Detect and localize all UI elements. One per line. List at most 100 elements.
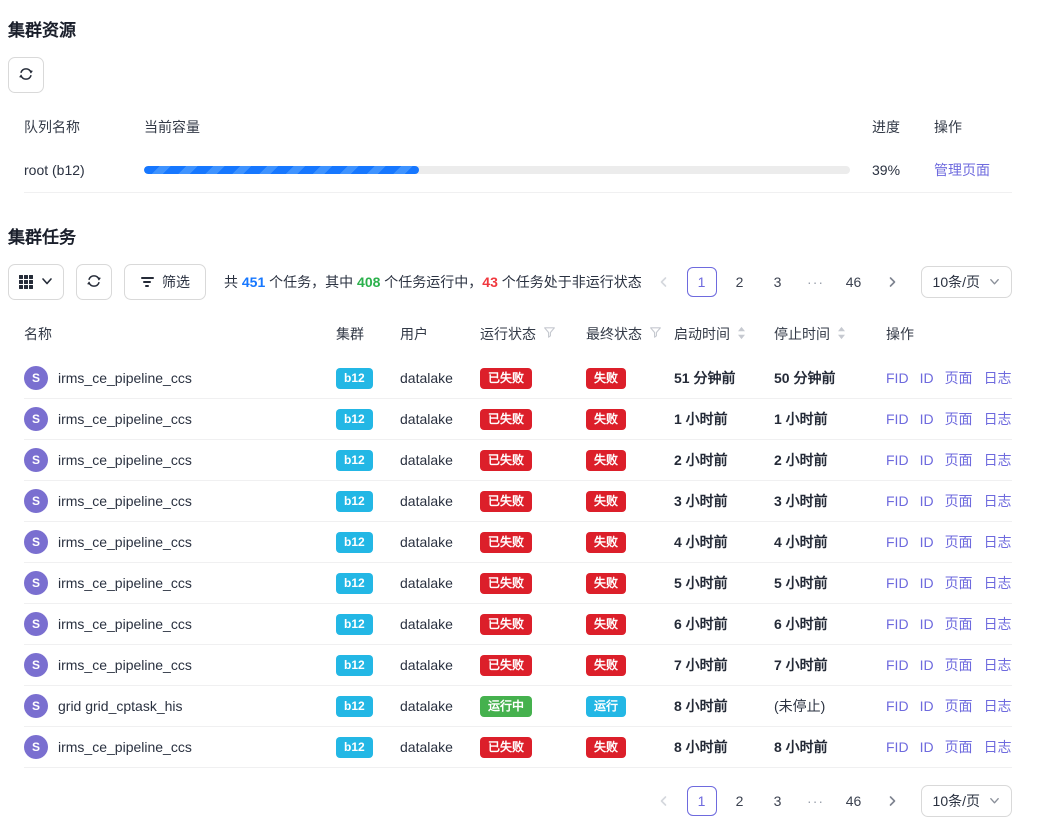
col-queue-name: 队列名称 [24,117,144,137]
stop-time: 8 小时前 [774,737,886,757]
page-ellipsis[interactable]: ··· [801,786,831,816]
sort-icon[interactable] [837,326,846,343]
tasks-summary: 共 451 个任务，其中 408 个任务运行中，43 个任务处于非运行状态 [224,272,642,292]
next-page-button[interactable] [877,267,907,297]
run-status-badge: 运行中 [480,696,532,717]
tasks-refresh-button[interactable] [76,264,112,300]
log-link[interactable]: 日志 [984,614,1012,634]
id-link[interactable]: ID [920,657,934,673]
id-link[interactable]: ID [920,370,934,386]
task-name: grid grid_cptask_his [58,698,183,714]
fid-link[interactable]: FID [886,616,909,632]
page-button-1[interactable]: 1 [687,267,717,297]
task-name: irms_ce_pipeline_ccs [58,739,192,755]
fid-link[interactable]: FID [886,534,909,550]
log-link[interactable]: 日志 [984,368,1012,388]
stop-time: 6 小时前 [774,614,886,634]
table-row: S grid grid_cptask_his b12 datalake 运行中 … [24,686,1012,727]
page-button-last[interactable]: 46 [839,786,869,816]
task-name: irms_ce_pipeline_ccs [58,370,192,386]
page-button-2[interactable]: 2 [725,267,755,297]
filter-funnel-icon[interactable] [543,326,556,342]
next-page-button[interactable] [877,786,907,816]
id-link[interactable]: ID [920,411,934,427]
id-link[interactable]: ID [920,452,934,468]
page-link[interactable]: 页面 [945,368,973,388]
page-link[interactable]: 页面 [945,491,973,511]
layout-dropdown-button[interactable] [8,264,64,300]
log-link[interactable]: 日志 [984,491,1012,511]
cluster-badge: b12 [336,532,373,553]
id-link[interactable]: ID [920,575,934,591]
page-link[interactable]: 页面 [945,696,973,716]
cluster-badge: b12 [336,655,373,676]
page-button-1[interactable]: 1 [687,786,717,816]
id-link[interactable]: ID [920,534,934,550]
filter-button[interactable]: 筛选 [124,264,206,300]
log-link[interactable]: 日志 [984,532,1012,552]
page-link[interactable]: 页面 [945,532,973,552]
task-name: irms_ce_pipeline_ccs [58,493,192,509]
row-actions: FID ID 页面日志 [886,491,1012,511]
log-link[interactable]: 日志 [984,573,1012,593]
page-link[interactable]: 页面 [945,737,973,757]
log-link[interactable]: 日志 [984,409,1012,429]
avatar: S [24,530,48,554]
start-time: 8 小时前 [674,737,774,757]
fid-link[interactable]: FID [886,698,909,714]
user-name: datalake [400,575,480,591]
table-row: S irms_ce_pipeline_ccs b12 datalake 已失败 … [24,727,1012,768]
page-link[interactable]: 页面 [945,450,973,470]
name-cell: S irms_ce_pipeline_ccs [24,653,336,677]
page-link[interactable]: 页面 [945,614,973,634]
page-button-3[interactable]: 3 [763,267,793,297]
page-ellipsis[interactable]: ··· [801,267,831,297]
start-time: 2 小时前 [674,450,774,470]
stop-time: 50 分钟前 [774,368,886,388]
filter-icon [140,277,154,287]
table-row: S irms_ce_pipeline_ccs b12 datalake 已失败 … [24,645,1012,686]
fid-link[interactable]: FID [886,411,909,427]
fid-link[interactable]: FID [886,452,909,468]
chevron-down-icon [989,793,1000,809]
page-link[interactable]: 页面 [945,573,973,593]
avatar: S [24,366,48,390]
run-status-badge: 已失败 [480,614,532,635]
tasks-table: 名称 集群 用户 运行状态 最终状态 启动时间 [8,310,1012,768]
chevron-down-icon [41,274,53,290]
user-name: datalake [400,370,480,386]
col-stop-time: 停止时间 [774,324,886,344]
log-link[interactable]: 日志 [984,737,1012,757]
log-link[interactable]: 日志 [984,450,1012,470]
page-size-select[interactable]: 10条/页 [921,266,1012,298]
id-link[interactable]: ID [920,698,934,714]
fid-link[interactable]: FID [886,370,909,386]
sort-icon[interactable] [737,326,746,343]
page-button-2[interactable]: 2 [725,786,755,816]
fid-link[interactable]: FID [886,739,909,755]
page-link[interactable]: 页面 [945,655,973,675]
avatar: S [24,571,48,595]
fid-link[interactable]: FID [886,575,909,591]
id-link[interactable]: ID [920,493,934,509]
table-row: S irms_ce_pipeline_ccs b12 datalake 已失败 … [24,440,1012,481]
fid-link[interactable]: FID [886,657,909,673]
id-link[interactable]: ID [920,739,934,755]
id-link[interactable]: ID [920,616,934,632]
page-link[interactable]: 页面 [945,409,973,429]
resources-refresh-button[interactable] [8,57,44,93]
capacity-cell [144,166,872,174]
fid-link[interactable]: FID [886,493,909,509]
col-cluster: 集群 [336,324,400,344]
prev-page-button[interactable] [649,267,679,297]
manage-page-link[interactable]: 管理页面 [934,162,990,178]
log-link[interactable]: 日志 [984,655,1012,675]
filter-funnel-icon[interactable] [649,326,662,342]
tasks-table-header: 名称 集群 用户 运行状态 最终状态 启动时间 [24,310,1012,358]
log-link[interactable]: 日志 [984,696,1012,716]
pagination-top: 1 2 3 ··· 46 10条/页 [649,266,1012,298]
page-button-last[interactable]: 46 [839,267,869,297]
prev-page-button[interactable] [649,786,679,816]
page-button-3[interactable]: 3 [763,786,793,816]
user-name: datalake [400,739,480,755]
